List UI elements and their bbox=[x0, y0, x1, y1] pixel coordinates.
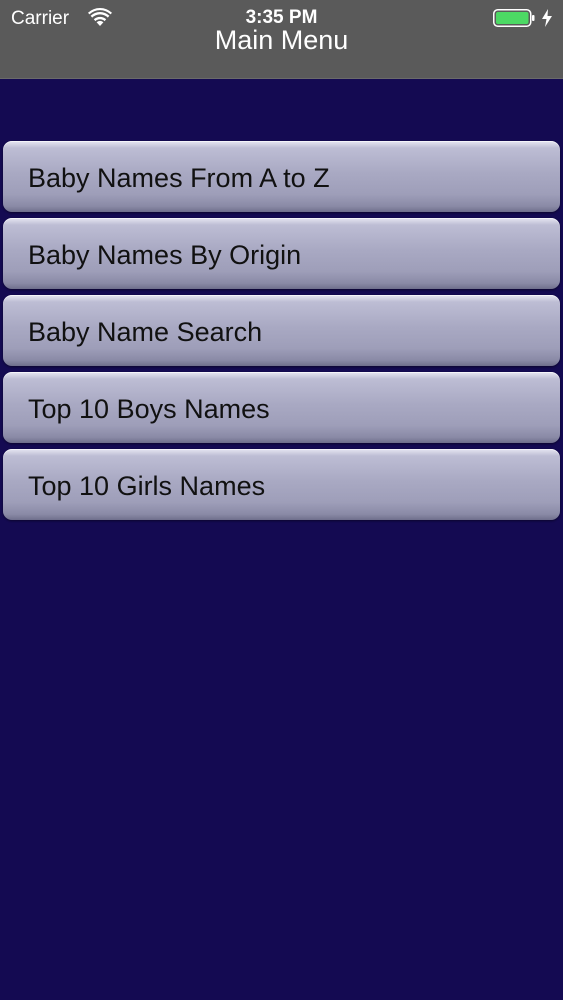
menu-item-by-origin[interactable]: Baby Names By Origin bbox=[3, 218, 560, 289]
menu-item-a-to-z[interactable]: Baby Names From A to Z bbox=[3, 141, 560, 212]
menu-item-name-search[interactable]: Baby Name Search bbox=[3, 295, 560, 366]
menu-item-top-boys[interactable]: Top 10 Boys Names bbox=[3, 372, 560, 443]
menu-item-label: Baby Names By Origin bbox=[28, 240, 302, 270]
page-title: Main Menu bbox=[214, 25, 349, 55]
menu-item-label: Top 10 Girls Names bbox=[28, 471, 266, 501]
menu-item-top-girls[interactable]: Top 10 Girls Names bbox=[3, 449, 560, 520]
menu-item-label: Baby Name Search bbox=[28, 317, 263, 347]
main-menu: Baby Names From A to Z Baby Names By Ori… bbox=[3, 141, 560, 526]
menu-item-label: Baby Names From A to Z bbox=[28, 163, 330, 193]
menu-item-label: Top 10 Boys Names bbox=[28, 394, 270, 424]
top-bar: Carrier 3:35 PM Main Menu bbox=[0, 0, 563, 79]
